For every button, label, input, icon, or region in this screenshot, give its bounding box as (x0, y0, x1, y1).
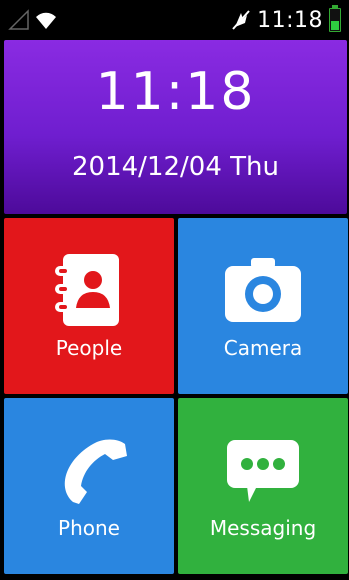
tile-label-phone: Phone (58, 516, 120, 540)
tile-label-camera: Camera (223, 336, 303, 360)
chat-bubble-icon (227, 440, 299, 502)
tile-camera[interactable]: Camera (178, 218, 348, 394)
tile-people[interactable]: People (4, 218, 174, 394)
signal-icon (8, 9, 29, 30)
status-left (8, 8, 58, 32)
tile-messaging[interactable]: Messaging (178, 398, 348, 574)
tile-label-people: People (55, 336, 123, 360)
battery-icon (329, 5, 341, 32)
contacts-icon (55, 254, 119, 326)
status-time: 11:18 (257, 7, 323, 33)
status-bar: 11:18 (0, 0, 349, 38)
camera-icon (225, 258, 301, 322)
clock-time: 11:18 (95, 62, 256, 122)
wifi-icon (36, 12, 56, 29)
phone-icon (64, 439, 127, 504)
mute-icon (232, 10, 250, 30)
tile-phone[interactable]: Phone (4, 398, 174, 574)
clock-widget[interactable]: 11:18 2014/12/04 Thu (4, 40, 347, 214)
clock-date: 2014/12/04 Thu (72, 152, 279, 182)
tile-label-messaging: Messaging (209, 516, 317, 540)
status-right: 11:18 (231, 5, 341, 34)
